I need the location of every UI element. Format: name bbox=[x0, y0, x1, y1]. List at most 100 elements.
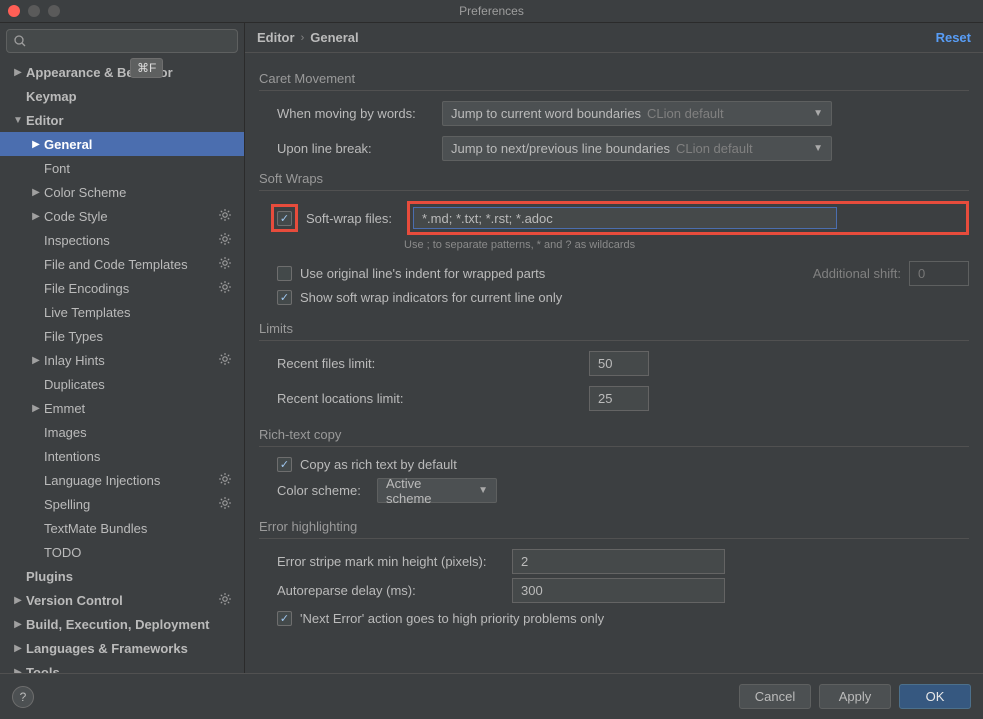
error-stripe-input[interactable] bbox=[512, 549, 725, 574]
sidebar-item-version-control[interactable]: ▶Version Control bbox=[0, 588, 244, 612]
tree-arrow-icon: ▶ bbox=[30, 403, 42, 414]
sidebar-item-language-injections[interactable]: Language Injections bbox=[0, 468, 244, 492]
help-button[interactable]: ? bbox=[12, 686, 34, 708]
sidebar-item-file-encodings[interactable]: File Encodings bbox=[0, 276, 244, 300]
close-window-button[interactable] bbox=[8, 5, 20, 17]
copy-rich-text-label: Copy as rich text by default bbox=[300, 457, 457, 472]
upon-break-combo[interactable]: Jump to next/previous line boundariesCLi… bbox=[442, 136, 832, 161]
sidebar-item-label: Version Control bbox=[26, 593, 123, 608]
window-title: Preferences bbox=[459, 4, 524, 18]
autoreparse-label: Autoreparse delay (ms): bbox=[277, 583, 502, 598]
breadcrumb: Editor › General Reset bbox=[245, 23, 983, 53]
sidebar-item-label: File Encodings bbox=[44, 281, 129, 296]
sidebar-item-inspections[interactable]: Inspections bbox=[0, 228, 244, 252]
sidebar-item-general[interactable]: ▶General bbox=[0, 132, 244, 156]
sidebar-item-label: General bbox=[44, 137, 92, 152]
sidebar-item-label: Spelling bbox=[44, 497, 90, 512]
sidebar-item-keymap[interactable]: Keymap bbox=[0, 84, 244, 108]
gear-icon bbox=[218, 592, 232, 606]
softwrap-hint: Use ; to separate patterns, * and ? as w… bbox=[404, 239, 969, 251]
sidebar-item-label: Emmet bbox=[44, 401, 85, 416]
sidebar-item-languages-frameworks[interactable]: ▶Languages & Frameworks bbox=[0, 636, 244, 660]
tree-arrow-icon: ▶ bbox=[12, 595, 24, 606]
color-scheme-value: Active scheme bbox=[386, 476, 470, 506]
sidebar-item-label: Build, Execution, Deployment bbox=[26, 617, 209, 632]
copy-rich-text-checkbox[interactable] bbox=[277, 457, 292, 472]
sidebar-item-code-style[interactable]: ▶Code Style bbox=[0, 204, 244, 228]
upon-break-hint: CLion default bbox=[676, 141, 753, 156]
sidebar-item-file-and-code-templates[interactable]: File and Code Templates bbox=[0, 252, 244, 276]
sidebar-item-tools[interactable]: ▶Tools bbox=[0, 660, 244, 673]
recent-locations-input[interactable] bbox=[589, 386, 649, 411]
sidebar-item-inlay-hints[interactable]: ▶Inlay Hints bbox=[0, 348, 244, 372]
sidebar-item-label: TODO bbox=[44, 545, 81, 560]
tree-arrow-icon: ▼ bbox=[12, 115, 24, 126]
use-original-indent-checkbox[interactable] bbox=[277, 266, 292, 281]
sidebar-item-color-scheme[interactable]: ▶Color Scheme bbox=[0, 180, 244, 204]
sidebar-item-emmet[interactable]: ▶Emmet bbox=[0, 396, 244, 420]
tree-arrow-icon: ▶ bbox=[30, 139, 42, 150]
section-limits: Limits bbox=[259, 321, 969, 341]
sidebar-item-label: Live Templates bbox=[44, 305, 130, 320]
sidebar-item-label: Languages & Frameworks bbox=[26, 641, 188, 656]
softwrap-files-checkbox[interactable] bbox=[277, 211, 292, 226]
tree-arrow-icon: ▶ bbox=[30, 355, 42, 366]
gear-icon bbox=[218, 208, 232, 222]
sidebar-item-label: Inlay Hints bbox=[44, 353, 105, 368]
search-input[interactable] bbox=[6, 29, 238, 53]
sidebar-item-label: Color Scheme bbox=[44, 185, 126, 200]
additional-shift-label: Additional shift: bbox=[813, 266, 901, 281]
section-caret-movement: Caret Movement bbox=[259, 71, 969, 91]
cancel-button[interactable]: Cancel bbox=[739, 684, 811, 709]
minimize-window-button[interactable] bbox=[28, 5, 40, 17]
sidebar-item-plugins[interactable]: Plugins bbox=[0, 564, 244, 588]
next-error-checkbox[interactable] bbox=[277, 611, 292, 626]
when-moving-combo[interactable]: Jump to current word boundariesCLion def… bbox=[442, 101, 832, 126]
sidebar-item-textmate-bundles[interactable]: TextMate Bundles bbox=[0, 516, 244, 540]
sidebar-item-duplicates[interactable]: Duplicates bbox=[0, 372, 244, 396]
sidebar-item-appearance-behavior[interactable]: ▶Appearance & Behavior bbox=[0, 60, 244, 84]
gear-icon bbox=[218, 256, 232, 270]
reset-link[interactable]: Reset bbox=[936, 30, 971, 45]
gear-icon bbox=[218, 280, 232, 294]
color-scheme-combo[interactable]: Active scheme ▼ bbox=[377, 478, 497, 503]
ok-button[interactable]: OK bbox=[899, 684, 971, 709]
error-stripe-label: Error stripe mark min height (pixels): bbox=[277, 554, 502, 569]
autoreparse-input[interactable] bbox=[512, 578, 725, 603]
breadcrumb-separator-icon: › bbox=[301, 32, 305, 44]
zoom-window-button[interactable] bbox=[48, 5, 60, 17]
chevron-down-icon: ▼ bbox=[813, 143, 823, 154]
highlight-box-input bbox=[407, 201, 969, 235]
show-softwrap-indicators-checkbox[interactable] bbox=[277, 290, 292, 305]
show-softwrap-indicators-label: Show soft wrap indicators for current li… bbox=[300, 290, 562, 305]
sidebar-item-label: Keymap bbox=[26, 89, 77, 104]
shortcut-tooltip: ⌘F bbox=[130, 58, 163, 78]
settings-tree: ▶Appearance & BehaviorKeymap▼Editor▶Gene… bbox=[0, 56, 244, 673]
breadcrumb-editor[interactable]: Editor bbox=[257, 30, 295, 45]
sidebar-item-live-templates[interactable]: Live Templates bbox=[0, 300, 244, 324]
sidebar-item-label: Code Style bbox=[44, 209, 108, 224]
sidebar-item-spelling[interactable]: Spelling bbox=[0, 492, 244, 516]
recent-files-input[interactable] bbox=[589, 351, 649, 376]
sidebar-item-images[interactable]: Images bbox=[0, 420, 244, 444]
sidebar-item-editor[interactable]: ▼Editor bbox=[0, 108, 244, 132]
use-original-indent-label: Use original line's indent for wrapped p… bbox=[300, 266, 545, 281]
tree-arrow-icon: ▶ bbox=[30, 211, 42, 222]
sidebar-item-todo[interactable]: TODO bbox=[0, 540, 244, 564]
sidebar-item-label: File and Code Templates bbox=[44, 257, 188, 272]
gear-icon bbox=[218, 232, 232, 246]
section-error-highlighting: Error highlighting bbox=[259, 519, 969, 539]
footer: ? Cancel Apply OK bbox=[0, 673, 983, 719]
gear-icon bbox=[218, 496, 232, 510]
sidebar-item-label: Inspections bbox=[44, 233, 110, 248]
chevron-down-icon: ▼ bbox=[813, 108, 823, 119]
softwrap-files-label: Soft-wrap files: bbox=[306, 211, 399, 226]
sidebar-item-file-types[interactable]: File Types bbox=[0, 324, 244, 348]
sidebar-item-font[interactable]: Font bbox=[0, 156, 244, 180]
recent-locations-label: Recent locations limit: bbox=[277, 391, 579, 406]
sidebar-item-label: Images bbox=[44, 425, 87, 440]
apply-button[interactable]: Apply bbox=[819, 684, 891, 709]
sidebar-item-build-execution-deployment[interactable]: ▶Build, Execution, Deployment bbox=[0, 612, 244, 636]
softwrap-files-input[interactable] bbox=[413, 207, 837, 229]
sidebar-item-intentions[interactable]: Intentions bbox=[0, 444, 244, 468]
